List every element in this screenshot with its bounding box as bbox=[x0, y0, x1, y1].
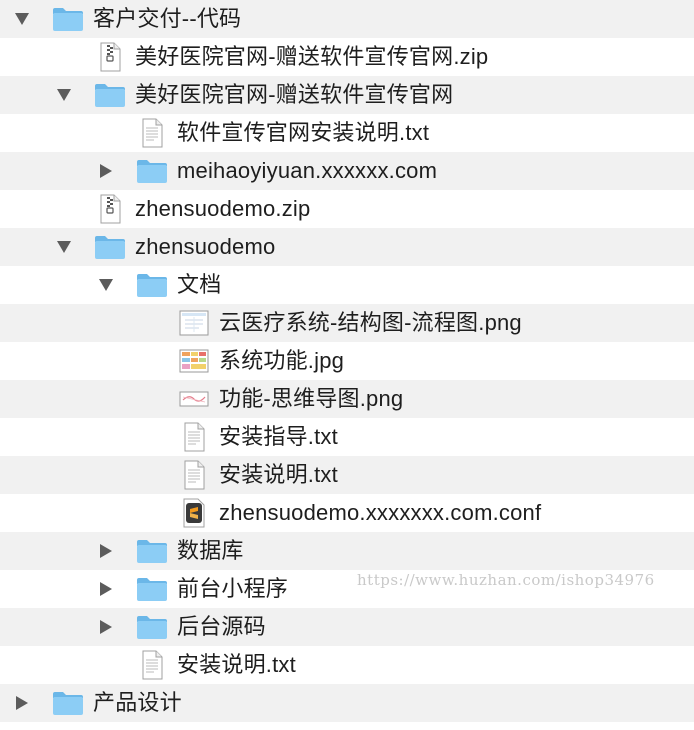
tree-row-txt-anzhuangzhidao[interactable]: 安装指导.txt bbox=[0, 418, 694, 456]
row-label: 安装指导.txt bbox=[219, 424, 338, 449]
row-label: zhensuodemo.xxxxxxx.com.conf bbox=[219, 500, 542, 525]
disclosure-collapsed-icon[interactable] bbox=[93, 532, 119, 570]
row-label: 数据库 bbox=[177, 538, 244, 563]
text-file-icon bbox=[177, 422, 211, 452]
row-label: 产品设计 bbox=[93, 690, 182, 715]
file-tree: 客户交付--代码 美好医院官网-赠送软件宣传官网.zip 美好医院官网-赠送软件… bbox=[0, 0, 694, 722]
folder-icon bbox=[93, 232, 127, 262]
tree-row-zip-meihao[interactable]: 美好医院官网-赠送软件宣传官网.zip bbox=[0, 38, 694, 76]
row-label: zhensuodemo.zip bbox=[135, 196, 311, 221]
row-label: 安装说明.txt bbox=[219, 462, 338, 487]
tree-row-png-siweidaotu[interactable]: 功能-思维导图.png bbox=[0, 380, 694, 418]
row-label: 软件宣传官网安装说明.txt bbox=[177, 120, 430, 145]
watermark-url: https://www.huzhan.com/ishop34976 bbox=[357, 571, 655, 589]
tree-row-txt-anzhuangshuoming[interactable]: 安装说明.txt bbox=[0, 456, 694, 494]
row-label: 功能-思维导图.png bbox=[219, 386, 404, 411]
folder-icon bbox=[135, 156, 169, 186]
tree-row-txt-ruanjian[interactable]: 软件宣传官网安装说明.txt bbox=[0, 114, 694, 152]
folder-icon bbox=[93, 80, 127, 110]
row-label: 前台小程序 bbox=[177, 576, 289, 601]
row-label: 后台源码 bbox=[177, 614, 266, 639]
image-mindmap-icon bbox=[177, 384, 211, 414]
row-label: 客户交付--代码 bbox=[93, 6, 242, 31]
disclosure-expanded-icon[interactable] bbox=[51, 228, 77, 266]
tree-row-folder-meihao[interactable]: 美好医院官网-赠送软件宣传官网 bbox=[0, 76, 694, 114]
disclosure-expanded-icon[interactable] bbox=[51, 76, 77, 114]
tree-row-conf-zhensuodemo[interactable]: zhensuodemo.xxxxxxx.com.conf bbox=[0, 494, 694, 532]
tree-row-folder-kehu-jiaofu[interactable]: 客户交付--代码 bbox=[0, 0, 694, 38]
row-label: zhensuodemo bbox=[135, 234, 276, 259]
folder-icon bbox=[135, 574, 169, 604]
disclosure-expanded-icon[interactable] bbox=[9, 0, 35, 38]
sublime-file-icon bbox=[177, 498, 211, 528]
text-file-icon bbox=[135, 650, 169, 680]
tree-row-folder-zhensuodemo[interactable]: zhensuodemo bbox=[0, 228, 694, 266]
row-label: 美好医院官网-赠送软件宣传官网 bbox=[135, 82, 454, 107]
tree-row-txt-anzhuangshuoming-2[interactable]: 安装说明.txt bbox=[0, 646, 694, 684]
disclosure-collapsed-icon[interactable] bbox=[9, 684, 35, 722]
tree-row-zip-zhensuodemo[interactable]: zhensuodemo.zip bbox=[0, 190, 694, 228]
text-file-icon bbox=[177, 460, 211, 490]
row-label: meihaoyiyuan.xxxxxx.com bbox=[177, 158, 438, 183]
zip-file-icon bbox=[93, 194, 127, 224]
folder-icon bbox=[51, 688, 85, 718]
tree-row-folder-houtai[interactable]: 后台源码 bbox=[0, 608, 694, 646]
folder-icon bbox=[135, 612, 169, 642]
disclosure-expanded-icon[interactable] bbox=[93, 266, 119, 304]
text-file-icon bbox=[135, 118, 169, 148]
tree-row-folder-meihaoyiyuan[interactable]: meihaoyiyuan.xxxxxx.com bbox=[0, 152, 694, 190]
image-diagram-icon bbox=[177, 308, 211, 338]
row-label: 文档 bbox=[177, 272, 222, 297]
image-table-icon bbox=[177, 346, 211, 376]
tree-row-folder-wendang[interactable]: 文档 bbox=[0, 266, 694, 304]
tree-row-png-yunyiliao[interactable]: 云医疗系统-结构图-流程图.png bbox=[0, 304, 694, 342]
folder-icon bbox=[135, 270, 169, 300]
folder-icon bbox=[51, 4, 85, 34]
zip-file-icon bbox=[93, 42, 127, 72]
folder-icon bbox=[135, 536, 169, 566]
row-label: 云医疗系统-结构图-流程图.png bbox=[219, 310, 522, 335]
row-label: 美好医院官网-赠送软件宣传官网.zip bbox=[135, 44, 489, 69]
tree-row-jpg-xitonggongneng[interactable]: 系统功能.jpg bbox=[0, 342, 694, 380]
disclosure-collapsed-icon[interactable] bbox=[93, 608, 119, 646]
disclosure-collapsed-icon[interactable] bbox=[93, 570, 119, 608]
row-label: 安装说明.txt bbox=[177, 652, 296, 677]
disclosure-collapsed-icon[interactable] bbox=[93, 152, 119, 190]
tree-row-folder-chanpin-sheji[interactable]: 产品设计 bbox=[0, 684, 694, 722]
tree-row-folder-shujuku[interactable]: 数据库 bbox=[0, 532, 694, 570]
row-label: 系统功能.jpg bbox=[219, 348, 345, 373]
